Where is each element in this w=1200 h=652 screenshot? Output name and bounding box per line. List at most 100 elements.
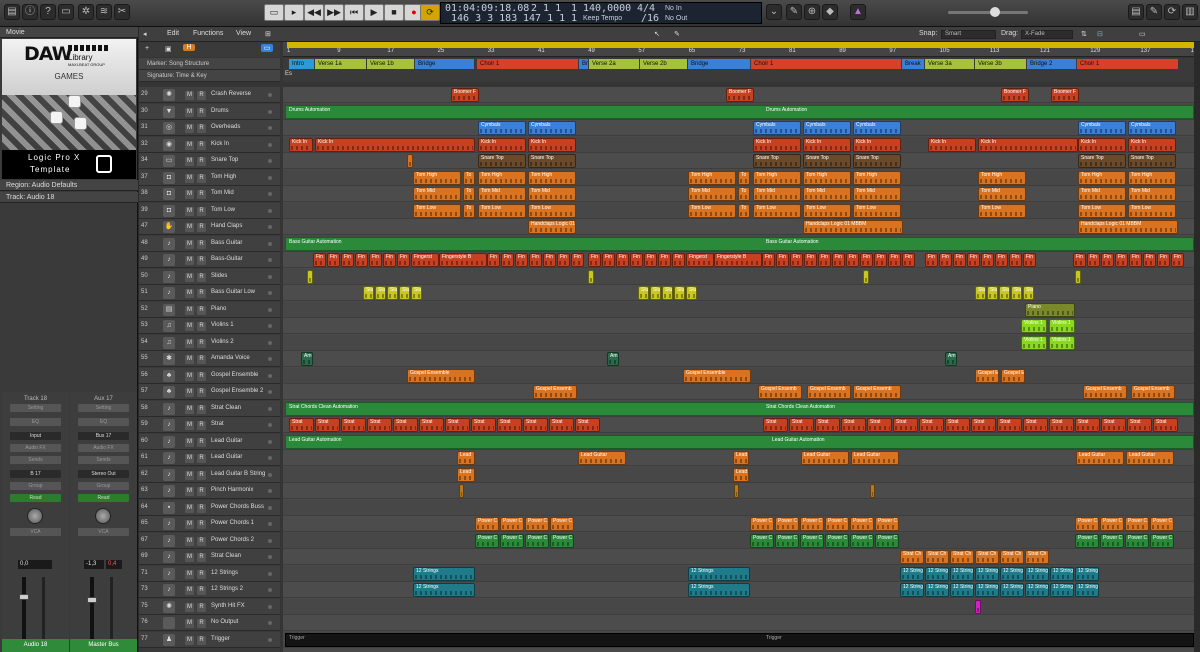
track-header[interactable]: 38 ◘ M R Tom Mid [139, 186, 280, 202]
add-track-icon[interactable]: + [145, 45, 149, 52]
audio-region[interactable]: Strat [763, 418, 788, 432]
audio-region[interactable]: Strat [919, 418, 944, 432]
track-header[interactable]: 32 ◉ M R Kick In [139, 136, 280, 153]
record-enable-button[interactable]: R [197, 322, 206, 331]
audio-region[interactable]: Power C [550, 533, 574, 548]
audio-region[interactable]: Fin [616, 253, 629, 267]
audio-region[interactable]: Gospel E [1001, 368, 1025, 383]
group-slot[interactable]: Group [78, 482, 129, 490]
replace-icon[interactable]: ⊕ [804, 4, 820, 20]
audio-region[interactable]: Violins 1 [1021, 335, 1047, 350]
mute-button[interactable]: M [185, 256, 194, 265]
audio-region[interactable]: To [738, 187, 750, 201]
audio-region[interactable]: Fin [515, 253, 528, 267]
audio-region[interactable]: Strat [315, 418, 340, 432]
audio-region[interactable]: 12 Strings [688, 583, 750, 597]
audio-region[interactable]: To [463, 187, 475, 201]
record-enable-button[interactable]: R [197, 404, 206, 414]
track-lane[interactable] [283, 532, 1194, 549]
record-enable-button[interactable]: R [197, 470, 206, 480]
vertical-scrollbar[interactable] [1194, 42, 1200, 652]
audio-region[interactable]: Fin [313, 253, 326, 267]
audio-region[interactable]: Strat [1127, 418, 1152, 432]
view-menu[interactable]: View [236, 30, 251, 37]
audio-region[interactable]: Fin [818, 253, 831, 267]
audio-region[interactable]: Tom High [528, 170, 576, 185]
marker-region[interactable]: Break [902, 59, 924, 69]
waveform-zoom-icon[interactable]: ⇅ [1081, 30, 1087, 38]
mute-button[interactable]: M [185, 454, 194, 463]
functions-menu[interactable]: Functions [193, 30, 223, 37]
audio-region[interactable]: Kick In [1078, 137, 1126, 152]
stop-button[interactable]: ■ [384, 4, 404, 21]
audio-region[interactable]: Fin [874, 253, 887, 267]
audio-region[interactable]: 12 String [1075, 566, 1099, 581]
track-header[interactable]: 64 ▪ M R Power Chords Buss [139, 499, 280, 516]
audio-region[interactable]: Strat [945, 418, 970, 432]
audio-region[interactable]: Fin [1023, 253, 1036, 267]
fader-cap[interactable] [87, 597, 97, 603]
audio-region[interactable]: Snare Top [1128, 154, 1176, 168]
audio-region[interactable]: Fin [383, 253, 396, 267]
audio-region[interactable]: Power C [1125, 517, 1149, 531]
audio-region[interactable]: Slu [411, 286, 422, 300]
track-header[interactable]: 50 ♪ M R Slides [139, 268, 280, 285]
audio-region[interactable]: Lead Guitar [1126, 451, 1174, 465]
audio-region[interactable]: Fin [790, 253, 803, 267]
audio-region[interactable]: Lead Guitar [801, 451, 849, 465]
track-lane[interactable] [283, 499, 1194, 516]
audio-region[interactable]: Fin [925, 253, 938, 267]
play-button[interactable]: ▶ [364, 4, 384, 21]
record-enable-button[interactable]: R [197, 173, 206, 183]
record-enable-button[interactable]: R [197, 421, 206, 430]
audio-region[interactable]: Boomer F [451, 88, 479, 102]
marker-region[interactable]: Verse 3a [925, 59, 974, 69]
audio-region[interactable]: Fin [762, 253, 775, 267]
mute-button[interactable]: M [185, 635, 194, 645]
record-enable-button[interactable]: R [197, 371, 206, 381]
toolbar-icon[interactable]: ▭ [58, 4, 74, 20]
master-volume-knob[interactable] [990, 7, 1000, 17]
track-header[interactable]: 75 ✺ M R Synth Hit FX [139, 598, 280, 615]
audio-region[interactable]: 12 String [900, 566, 924, 581]
fast-forward-button[interactable]: ▶▶ [324, 4, 344, 21]
output-slot[interactable]: B 17 [10, 470, 61, 478]
audio-region[interactable]: Strat [523, 418, 548, 432]
record-enable-button[interactable]: R [197, 272, 206, 282]
audio-region[interactable]: 12 String [1025, 566, 1049, 581]
audio-region[interactable]: Fingerst [411, 253, 439, 267]
marker-region[interactable]: Verse 1a [315, 59, 366, 69]
audio-region[interactable]: Fin [860, 253, 873, 267]
audio-region[interactable]: Fin [967, 253, 980, 267]
audio-region[interactable] [734, 484, 739, 498]
record-enable-button[interactable]: R [197, 206, 206, 216]
track-header[interactable]: 76 M R No Output [139, 615, 280, 631]
record-enable-button[interactable]: R [197, 289, 206, 298]
audio-region[interactable] [870, 484, 875, 498]
track-header[interactable]: 51 ♪ M R Bass Guitar Low [139, 285, 280, 301]
audio-region[interactable]: Am [607, 352, 619, 366]
audio-region[interactable]: Snare Top [528, 154, 576, 168]
audio-region[interactable]: Slu [674, 286, 685, 300]
audio-region[interactable]: Slu [387, 286, 398, 300]
mute-button[interactable]: M [185, 223, 194, 232]
marker-region[interactable]: Bridge [688, 59, 750, 69]
audio-region[interactable]: Power C [1100, 517, 1124, 531]
audio-region[interactable]: To [463, 203, 475, 218]
audio-region[interactable]: Fin [672, 253, 685, 267]
audio-region[interactable]: Piano [1025, 302, 1075, 317]
audio-region[interactable]: Tom Low [688, 203, 736, 218]
track-inspector-header[interactable]: Track: Audio 18 [0, 192, 138, 203]
track-header[interactable]: 71 ♪ M R 12 Strings [139, 565, 280, 582]
audio-region[interactable]: Fin [369, 253, 382, 267]
audio-region[interactable]: Fin [1115, 253, 1128, 267]
mute-button[interactable]: M [185, 157, 194, 166]
master-volume-slider[interactable] [948, 11, 1028, 14]
fader-cap[interactable] [19, 594, 29, 600]
mute-button[interactable]: M [185, 470, 194, 480]
global-tracks-icon[interactable]: ▭ [261, 44, 273, 52]
automation-region[interactable]: Lead Guitar Automation Lead Guitar Automa… [285, 434, 1194, 449]
audio-region[interactable]: Fin [832, 253, 845, 267]
audio-region[interactable]: 12 Strings [413, 566, 475, 581]
mute-button[interactable]: M [185, 421, 194, 430]
